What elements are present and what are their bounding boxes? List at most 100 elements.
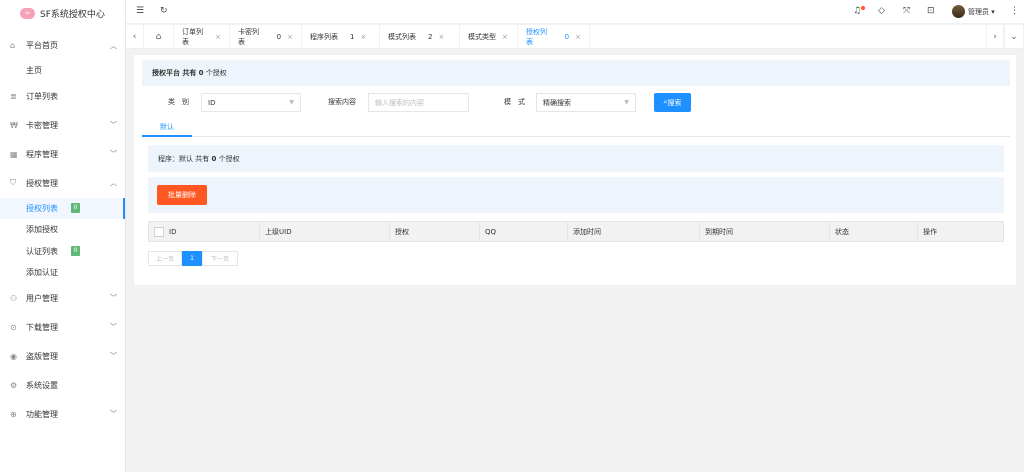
sidebar-item-users[interactable]: ⚇ 用户管理 ﹀: [0, 284, 125, 313]
close-icon[interactable]: ×: [215, 33, 221, 41]
tab-mode-types[interactable]: 模式类型 ×: [460, 25, 518, 49]
tab-default[interactable]: 默认: [142, 119, 192, 137]
notice-count: 0: [211, 154, 217, 163]
notice-suffix: 个授权: [205, 69, 227, 77]
close-icon[interactable]: ×: [438, 33, 444, 41]
tab-count: 0: [276, 33, 282, 41]
select-all-checkbox[interactable]: [154, 226, 164, 237]
tab-orders[interactable]: 订单列表 ×: [174, 25, 230, 49]
tab-label: 程序列表: [310, 33, 338, 41]
mode-value: 精确搜索: [543, 98, 571, 107]
close-icon[interactable]: ×: [360, 33, 366, 41]
column-label: ID: [169, 227, 177, 236]
column-label: 添加时间: [573, 227, 601, 236]
sidebar-subitem-add-cert[interactable]: 添加认证: [0, 262, 125, 284]
search-button[interactable]: ⌕ 搜索: [654, 93, 691, 112]
function-icon: ⊕: [10, 409, 17, 419]
chevron-down-icon: ﹀: [110, 121, 117, 129]
table-header: ID 上级UID 授权 QQ 添加时间 到期时间 状态 操作: [148, 221, 1004, 242]
sidebar-item-home[interactable]: ⌂ 平台首页 ︿: [0, 31, 125, 60]
sidebar-subitem-cert-list[interactable]: 认证列表 0: [0, 241, 125, 263]
category-label: 类 别: [168, 98, 189, 106]
tab-auth-list[interactable]: 授权列表 0 ×: [518, 25, 590, 49]
tag-icon[interactable]: ◇: [878, 6, 885, 16]
sidebar-item-label: 程序管理: [26, 149, 58, 159]
tab-cards[interactable]: 卡密列表 0 ×: [230, 25, 302, 49]
tab-programs[interactable]: 程序列表 1 ×: [302, 25, 380, 49]
sidebar-item-piracy[interactable]: ◉ 盗版管理 ﹀: [0, 342, 125, 371]
main-card: 授权平台 共有 0 个授权 类 别 ID ▼ 搜索内容 模 式 精确搜索 ▼ ⌕…: [134, 55, 1016, 285]
sidebar-item-auth[interactable]: ⛉ 授权管理 ︿: [0, 169, 125, 198]
close-icon[interactable]: ×: [287, 33, 293, 41]
tab-label: 卡密列表: [238, 28, 259, 46]
chevron-down-icon: ﹀: [110, 352, 117, 360]
sidebar-item-settings[interactable]: ⚙ 系统设置: [0, 371, 125, 400]
tab-next-button[interactable]: ›: [986, 25, 1004, 49]
chevron-down-icon: ﹀: [110, 410, 117, 418]
eye-icon: ◉: [10, 351, 17, 361]
sidebar-item-programs[interactable]: ▦ 程序管理 ﹀: [0, 140, 125, 169]
tab-bar: ‹ ⌂ 订单列表 × 卡密列表 0 × 程序列表 1 × 模式列表 2 × 模式类型 × 授权列…: [126, 25, 1024, 49]
column-auth: 授权: [389, 222, 479, 241]
user-name[interactable]: 管理员 ▾: [968, 7, 995, 17]
key-icon: ₩: [10, 120, 18, 130]
tab-home[interactable]: ⌂: [144, 25, 174, 49]
tab-count: 1: [350, 33, 355, 41]
user-icon: ⚇: [10, 293, 18, 303]
more-vertical-icon[interactable]: ⋮: [1010, 6, 1019, 16]
sidebar-item-orders[interactable]: ≣ 订单列表: [0, 82, 125, 111]
batch-delete-button[interactable]: 批量删除: [157, 185, 207, 205]
notification-dot: [861, 6, 865, 10]
sidebar-subitem-main[interactable]: 主页: [0, 60, 125, 82]
column-status: 状态: [829, 222, 917, 241]
column-add-time: 添加时间: [567, 222, 699, 241]
tab-modes[interactable]: 模式列表 2 ×: [380, 25, 460, 49]
column-label: 状态: [835, 227, 849, 236]
category-value: ID: [208, 98, 216, 107]
close-icon[interactable]: ×: [575, 33, 581, 41]
lock-icon[interactable]: ⊡: [927, 6, 935, 16]
column-label: 上级UID: [265, 227, 292, 236]
logo[interactable]: ∞ SF系统授权中心: [0, 0, 125, 26]
sidebar-item-cards[interactable]: ₩ 卡密管理 ﹀: [0, 111, 125, 140]
menu-toggle-icon[interactable]: ☰: [136, 6, 144, 16]
sidebar-item-functions[interactable]: ⊕ 功能管理 ﹀: [0, 400, 125, 429]
next-page-button[interactable]: 下一页: [202, 251, 238, 266]
search-input[interactable]: [368, 93, 469, 112]
close-icon[interactable]: ×: [502, 33, 508, 41]
sidebar-item-label: 下载管理: [26, 322, 58, 332]
tab-dropdown-button[interactable]: ⌄: [1004, 25, 1024, 49]
auth-count-notice: 授权平台 共有 0 个授权: [142, 60, 1010, 86]
category-select[interactable]: ID ▼: [201, 93, 301, 112]
home-icon: ⌂: [10, 41, 16, 50]
notice-count: 0: [198, 69, 204, 77]
caret-down-icon: ▼: [624, 99, 629, 106]
sidebar-item-label: 授权列表: [26, 203, 58, 213]
tab-count: 0: [564, 33, 570, 41]
list-icon: ≣: [10, 91, 17, 101]
tab-prev-button[interactable]: ‹: [126, 25, 144, 49]
sidebar-item-label: 添加认证: [26, 268, 58, 278]
sidebar-subitem-auth-list[interactable]: 授权列表 0: [0, 197, 125, 219]
avatar[interactable]: [952, 5, 965, 18]
fullscreen-icon[interactable]: ⤧: [903, 6, 910, 16]
column-label: 到期时间: [705, 227, 733, 236]
tab-count: 2: [428, 33, 433, 41]
logo-icon: ∞: [20, 7, 35, 19]
program-tabs: 默认: [142, 119, 1010, 137]
prev-page-button[interactable]: 上一页: [148, 251, 182, 266]
tab-label: 模式列表: [388, 33, 416, 41]
refresh-icon[interactable]: ↻: [160, 6, 168, 16]
chevron-down-icon: ﹀: [110, 150, 117, 158]
bell-icon[interactable]: ♫: [853, 6, 861, 16]
column-expire-time: 到期时间: [699, 222, 829, 241]
sidebar-item-downloads[interactable]: ⊙ 下载管理 ﹀: [0, 313, 125, 342]
tab-label: 订单列表: [182, 28, 203, 46]
mode-select[interactable]: 精确搜索 ▼: [536, 93, 636, 112]
sidebar-item-label: 功能管理: [26, 409, 58, 419]
user-name-label: 管理员: [968, 8, 989, 16]
page-1-button[interactable]: 1: [182, 251, 202, 266]
sidebar-item-label: 系统设置: [26, 380, 58, 390]
app-icon: ▦: [10, 149, 18, 159]
sidebar-subitem-add-auth[interactable]: 添加授权: [0, 219, 125, 241]
